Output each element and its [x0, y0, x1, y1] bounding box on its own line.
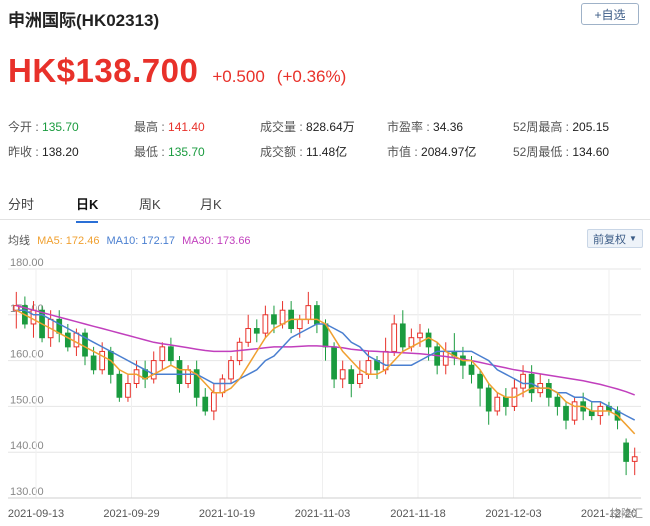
x-tick-label: 2021-10-19	[199, 508, 255, 520]
candle-body	[331, 346, 337, 380]
candle-body	[563, 405, 569, 421]
candle-body	[125, 383, 131, 398]
stat-volume: 成交量 : 828.64万	[260, 120, 355, 134]
tab-daily-k[interactable]: 日K	[76, 194, 99, 223]
price-change-percent: (+0.36%)	[276, 67, 347, 86]
candle-body	[228, 360, 234, 380]
x-tick-label: 2021-12-03	[485, 508, 541, 520]
candle-body	[554, 396, 561, 407]
candle-body	[73, 332, 80, 348]
current-price: HK$138.700	[8, 52, 199, 89]
stat-high: 最高 : 141.40	[134, 120, 205, 134]
candle-body	[425, 332, 432, 348]
ma-label: 均线	[8, 235, 30, 247]
chevron-down-icon: ▼	[629, 234, 637, 243]
candle-body	[348, 369, 355, 385]
ma10-value: MA10: 172.17	[106, 235, 176, 247]
candle-body	[133, 369, 140, 385]
candle-body	[623, 442, 629, 462]
candle-body	[417, 332, 423, 339]
x-tick-label: 2021-09-29	[103, 508, 159, 520]
candle-body	[219, 378, 226, 394]
x-tick-label: 2021-11-03	[295, 508, 350, 520]
tab-weekly-k[interactable]: 周K	[139, 194, 161, 221]
candle-body	[30, 309, 37, 325]
candle-body	[210, 392, 217, 412]
candle-body	[116, 373, 123, 398]
tab-monthly-k[interactable]: 月K	[200, 194, 222, 221]
add-watchlist-button[interactable]: +自选	[581, 3, 639, 25]
candle-body	[271, 314, 277, 325]
candle-body	[520, 373, 526, 389]
ma30-value: MA30: 173.66	[182, 235, 251, 247]
stat-pe: 市盈率 : 34.36	[387, 120, 464, 134]
stat-amount: 成交额 : 11.48亿	[260, 145, 348, 159]
y-tick-label: 130.00	[10, 486, 44, 498]
x-tick-label: 2021-09-13	[8, 508, 64, 520]
candle-body	[339, 369, 346, 380]
candle-body	[245, 328, 252, 343]
candle-body	[176, 360, 183, 384]
candle-body	[168, 346, 174, 362]
chart-tabs: 分时 日K 周K 月K	[0, 188, 650, 223]
candle-body	[494, 396, 501, 412]
candle-body	[314, 305, 320, 325]
candle-body	[185, 369, 191, 385]
ma5-value: MA5: 172.46	[37, 235, 100, 247]
candle-body	[159, 346, 166, 362]
kline-chart[interactable]: 180.00170.00160.00150.00140.00130.002021…	[0, 252, 650, 526]
stats-panel: 今开 : 135.70 最高 : 141.40 成交量 : 828.64万 市盈…	[8, 118, 648, 168]
quote-row: HK$138.700 +0.500 (+0.36%)	[8, 52, 346, 90]
x-tick-label: 2021-11-18	[390, 508, 445, 520]
y-tick-label: 180.00	[10, 257, 44, 269]
candle-body	[631, 456, 638, 462]
stat-low: 最低 : 135.70	[134, 145, 205, 159]
candle-body	[90, 355, 97, 371]
candle-body	[391, 323, 398, 352]
stat-prev-close: 昨收 : 138.20	[8, 145, 79, 159]
tab-intraday[interactable]: 分时	[8, 194, 34, 221]
ma-legend: 均线 MA5: 172.46 MA10: 172.17 MA30: 173.66	[8, 232, 255, 248]
candle-body	[150, 360, 157, 380]
candle-body	[253, 328, 260, 334]
candle-body	[399, 323, 406, 348]
candle-body	[356, 373, 363, 384]
stat-52w-low: 52周最低 : 134.60	[513, 145, 610, 159]
candle-body	[477, 373, 483, 389]
candle-body	[296, 318, 303, 330]
stock-title: 申洲国际(HK02313)	[8, 11, 160, 30]
candle-body	[468, 364, 475, 375]
candle-body	[64, 332, 71, 348]
price-change: +0.500	[212, 67, 265, 86]
stat-52w-high: 52周最高 : 205.15	[513, 120, 610, 134]
candle-body	[202, 396, 209, 412]
candle-body	[365, 360, 372, 375]
candle-body	[442, 350, 449, 366]
candle-body	[279, 309, 286, 325]
stat-market-cap: 市值 : 2084.97亿	[387, 145, 477, 159]
candle-body	[236, 341, 243, 362]
y-tick-label: 160.00	[10, 349, 44, 361]
candle-body	[99, 350, 106, 371]
y-tick-label: 140.00	[10, 440, 44, 452]
candle-body	[503, 396, 509, 407]
candle-body	[305, 305, 312, 320]
watermark: 格隆汇	[610, 506, 643, 520]
candle-body	[571, 401, 578, 421]
y-tick-label: 150.00	[10, 394, 44, 406]
candle-body	[545, 383, 552, 398]
adjust-select[interactable]: 前复权 ▼	[587, 229, 643, 248]
candle-body	[262, 314, 269, 334]
candle-body	[485, 387, 492, 412]
adjust-label: 前复权	[593, 233, 627, 246]
candle-body	[56, 318, 63, 334]
stat-open: 今开 : 135.70	[8, 120, 79, 134]
